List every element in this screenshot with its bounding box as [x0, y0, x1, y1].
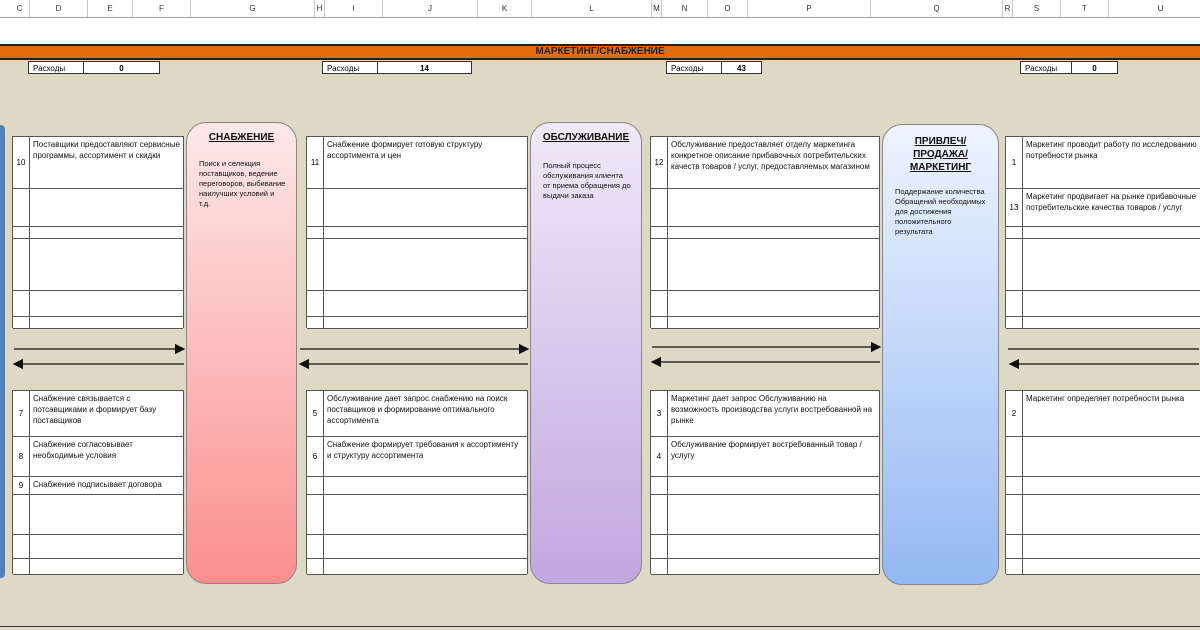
sheet-bottom-border — [0, 626, 1200, 627]
flow-arrows — [12, 341, 1199, 370]
